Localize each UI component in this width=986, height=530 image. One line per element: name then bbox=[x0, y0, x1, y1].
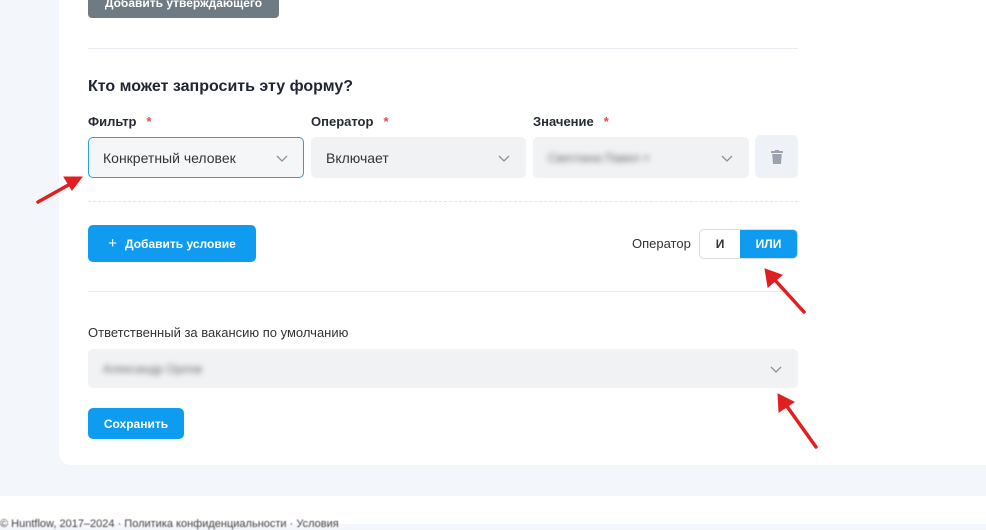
responsible-select[interactable]: Александр Орлов bbox=[88, 349, 798, 388]
plus-icon: + bbox=[108, 235, 118, 252]
add-condition-label: Добавить условие bbox=[125, 236, 236, 251]
operator-toggle[interactable]: И ИЛИ bbox=[699, 229, 798, 259]
operator-select[interactable]: Включает bbox=[311, 137, 526, 178]
operator-toggle-label: Оператор bbox=[632, 236, 691, 251]
add-approver-button[interactable]: Добавить утверждающего bbox=[88, 0, 279, 18]
operator-value: Включает bbox=[326, 149, 389, 166]
responsible-value: Александр Орлов bbox=[103, 361, 203, 376]
value-label: Значение * bbox=[533, 114, 609, 129]
filter-value: Конкретный человек bbox=[103, 149, 236, 166]
toggle-option-and[interactable]: И bbox=[700, 230, 740, 258]
add-condition-button[interactable]: + Добавить условие bbox=[88, 225, 256, 262]
chevron-down-icon bbox=[721, 155, 733, 162]
value-select[interactable]: Светлана Павел × bbox=[533, 137, 749, 178]
divider bbox=[88, 48, 798, 49]
chevron-down-icon bbox=[498, 155, 510, 162]
dashed-divider bbox=[88, 201, 798, 202]
delete-condition-button[interactable] bbox=[755, 135, 798, 178]
chevron-down-icon bbox=[276, 155, 288, 162]
divider bbox=[88, 291, 798, 292]
responsible-label: Ответственный за вакансию по умолчанию bbox=[88, 325, 349, 340]
toggle-option-or[interactable]: ИЛИ bbox=[740, 230, 797, 258]
filter-select[interactable]: Конкретный человек bbox=[88, 137, 304, 178]
save-button[interactable]: Сохранить bbox=[88, 408, 184, 439]
footer-text: © Huntflow, 2017–2024 · Политика конфиде… bbox=[0, 518, 339, 530]
trash-icon bbox=[770, 149, 783, 164]
section-title: Кто может запросить эту форму? bbox=[88, 78, 354, 95]
filter-label: Фильтр * bbox=[88, 114, 152, 129]
chevron-down-icon bbox=[770, 366, 782, 373]
operator-label: Оператор * bbox=[311, 114, 389, 129]
value-value: Светлана Павел × bbox=[548, 150, 650, 165]
